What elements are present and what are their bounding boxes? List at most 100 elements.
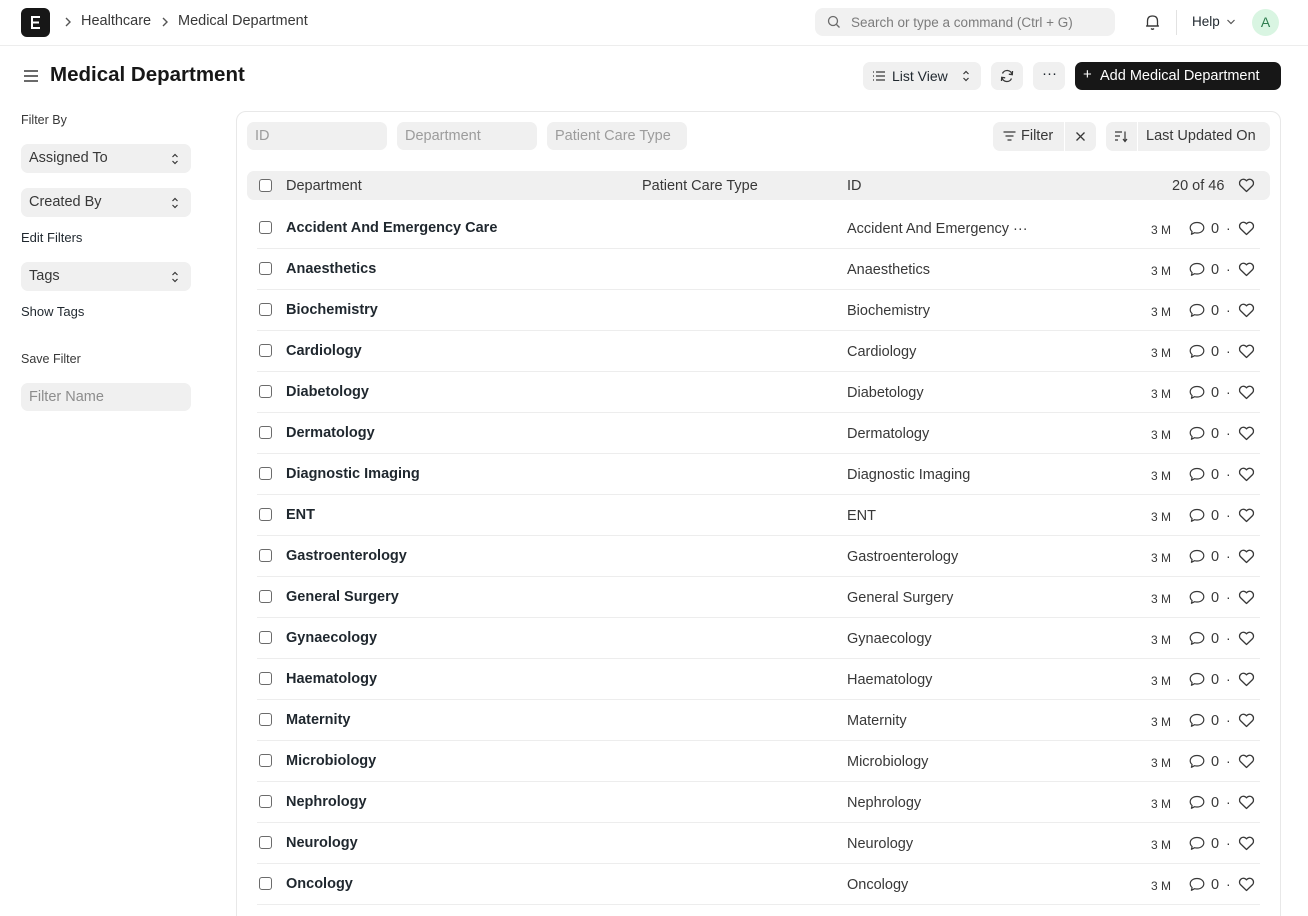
table-row[interactable]: Haematology Haematology 3 M 0 ·	[257, 659, 1260, 700]
row-checkbox[interactable]	[259, 754, 272, 767]
assigned-to-select[interactable]: Assigned To	[21, 144, 191, 173]
heart-icon[interactable]	[1238, 344, 1255, 362]
patient-care-type-filter-input[interactable]	[547, 122, 687, 150]
table-row[interactable]: Biochemistry Biochemistry 3 M 0 ·	[257, 290, 1260, 331]
help-menu[interactable]: Help	[1192, 14, 1220, 29]
row-checkbox[interactable]	[259, 344, 272, 357]
search-bar[interactable]	[815, 8, 1115, 36]
list-view-switcher[interactable]: List View	[863, 62, 981, 90]
row-department[interactable]: Oncology	[286, 876, 353, 892]
heart-icon[interactable]	[1238, 385, 1255, 403]
row-department[interactable]: Biochemistry	[286, 302, 378, 318]
table-row[interactable]: Neurology Neurology 3 M 0 ·	[257, 823, 1260, 864]
row-checkbox[interactable]	[259, 508, 272, 521]
heart-icon[interactable]	[1238, 303, 1255, 321]
row-department[interactable]: Accident And Emergency Care	[286, 220, 497, 236]
row-department[interactable]: ENT	[286, 507, 315, 523]
row-checkbox[interactable]	[259, 221, 272, 234]
select-all-checkbox[interactable]	[259, 179, 272, 192]
filter-button[interactable]: Filter	[993, 122, 1064, 151]
notification-bell-icon[interactable]	[1144, 13, 1161, 31]
row-department[interactable]: Gynaecology	[286, 630, 377, 646]
breadcrumb-medical-department[interactable]: Medical Department	[178, 13, 308, 29]
filter-name-input[interactable]	[21, 383, 191, 411]
table-row[interactable]: Diabetology Diabetology 3 M 0 ·	[257, 372, 1260, 413]
table-row[interactable]: Microbiology Microbiology 3 M 0 ·	[257, 741, 1260, 782]
row-checkbox[interactable]	[259, 836, 272, 849]
row-checkbox[interactable]	[259, 631, 272, 644]
heart-icon[interactable]	[1238, 262, 1255, 280]
row-checkbox[interactable]	[259, 426, 272, 439]
row-checkbox[interactable]	[259, 672, 272, 685]
row-checkbox[interactable]	[259, 795, 272, 808]
table-row[interactable]: Nephrology Nephrology 3 M 0 ·	[257, 782, 1260, 823]
table-row[interactable]: Dermatology Dermatology 3 M 0 ·	[257, 413, 1260, 454]
table-row[interactable]: Maternity Maternity 3 M 0 ·	[257, 700, 1260, 741]
heart-icon[interactable]	[1238, 426, 1255, 444]
heart-icon[interactable]	[1238, 836, 1255, 854]
heart-icon[interactable]	[1238, 877, 1255, 895]
tags-select[interactable]: Tags	[21, 262, 191, 291]
row-department[interactable]: Gastroenterology	[286, 548, 407, 564]
row-department[interactable]: Haematology	[286, 671, 377, 687]
row-department[interactable]: Diagnostic Imaging	[286, 466, 420, 482]
row-department[interactable]: Cardiology	[286, 343, 362, 359]
row-checkbox[interactable]	[259, 877, 272, 890]
more-actions-button[interactable]: ···	[1033, 62, 1065, 90]
table-row[interactable]: Diagnostic Imaging Diagnostic Imaging 3 M 0…	[257, 454, 1260, 495]
row-modified-age: 3 M	[1151, 346, 1172, 360]
row-checkbox[interactable]	[259, 303, 272, 316]
heart-icon[interactable]	[1238, 549, 1255, 567]
sidebar-toggle-icon[interactable]	[23, 68, 39, 84]
heart-icon[interactable]	[1238, 713, 1255, 731]
heart-icon[interactable]	[1238, 221, 1255, 239]
app-logo-icon[interactable]	[21, 8, 50, 37]
breadcrumb-healthcare[interactable]: Healthcare	[81, 13, 151, 29]
table-row[interactable]: Gastroenterology Gastroenterology 3 M 0 ·	[257, 536, 1260, 577]
table-row[interactable]: Oncology Oncology 3 M 0 ·	[257, 864, 1260, 905]
id-filter-input[interactable]	[247, 122, 387, 150]
heart-icon[interactable]	[1238, 795, 1255, 813]
row-checkbox[interactable]	[259, 385, 272, 398]
row-checkbox[interactable]	[259, 549, 272, 562]
avatar[interactable]: A	[1252, 9, 1279, 36]
created-by-select[interactable]: Created By	[21, 188, 191, 217]
row-department[interactable]: General Surgery	[286, 589, 399, 605]
heart-icon[interactable]	[1238, 672, 1255, 690]
heart-icon[interactable]	[1238, 467, 1255, 485]
show-tags-link[interactable]: Show Tags	[21, 304, 84, 319]
row-department[interactable]: Neurology	[286, 835, 358, 851]
heart-icon[interactable]	[1238, 178, 1255, 193]
table-row[interactable]: Anaesthetics Anaesthetics 3 M 0 ·	[257, 249, 1260, 290]
sort-direction-button[interactable]	[1106, 122, 1137, 151]
row-department[interactable]: Maternity	[286, 712, 350, 728]
sort-by-selector[interactable]: Last Updated On	[1138, 122, 1270, 151]
chevron-down-icon[interactable]	[1226, 18, 1236, 26]
department-filter-input[interactable]	[397, 122, 537, 150]
table-row[interactable]: ENT ENT 3 M 0 ·	[257, 495, 1260, 536]
comment-icon	[1189, 631, 1205, 649]
row-checkbox[interactable]	[259, 262, 272, 275]
table-row[interactable]: Cardiology Cardiology 3 M 0 ·	[257, 331, 1260, 372]
edit-filters-link[interactable]: Edit Filters	[21, 230, 82, 245]
search-input[interactable]	[851, 12, 1107, 32]
row-comment-count: 0	[1211, 795, 1220, 811]
add-medical-department-button[interactable]: + Add Medical Department	[1075, 62, 1281, 90]
row-department[interactable]: Diabetology	[286, 384, 369, 400]
heart-icon[interactable]	[1238, 590, 1255, 608]
table-row[interactable]: General Surgery General Surgery 3 M 0 ·	[257, 577, 1260, 618]
row-department[interactable]: Microbiology	[286, 753, 376, 769]
refresh-button[interactable]	[991, 62, 1023, 90]
row-department[interactable]: Nephrology	[286, 794, 367, 810]
row-checkbox[interactable]	[259, 590, 272, 603]
row-department[interactable]: Dermatology	[286, 425, 375, 441]
row-checkbox[interactable]	[259, 467, 272, 480]
heart-icon[interactable]	[1238, 508, 1255, 526]
heart-icon[interactable]	[1238, 754, 1255, 772]
row-checkbox[interactable]	[259, 713, 272, 726]
clear-filters-button[interactable]	[1065, 122, 1096, 151]
table-row[interactable]: Accident And Emergency Care Accident And …	[257, 208, 1260, 249]
heart-icon[interactable]	[1238, 631, 1255, 649]
table-row[interactable]: Gynaecology Gynaecology 3 M 0 ·	[257, 618, 1260, 659]
row-department[interactable]: Anaesthetics	[286, 261, 376, 277]
